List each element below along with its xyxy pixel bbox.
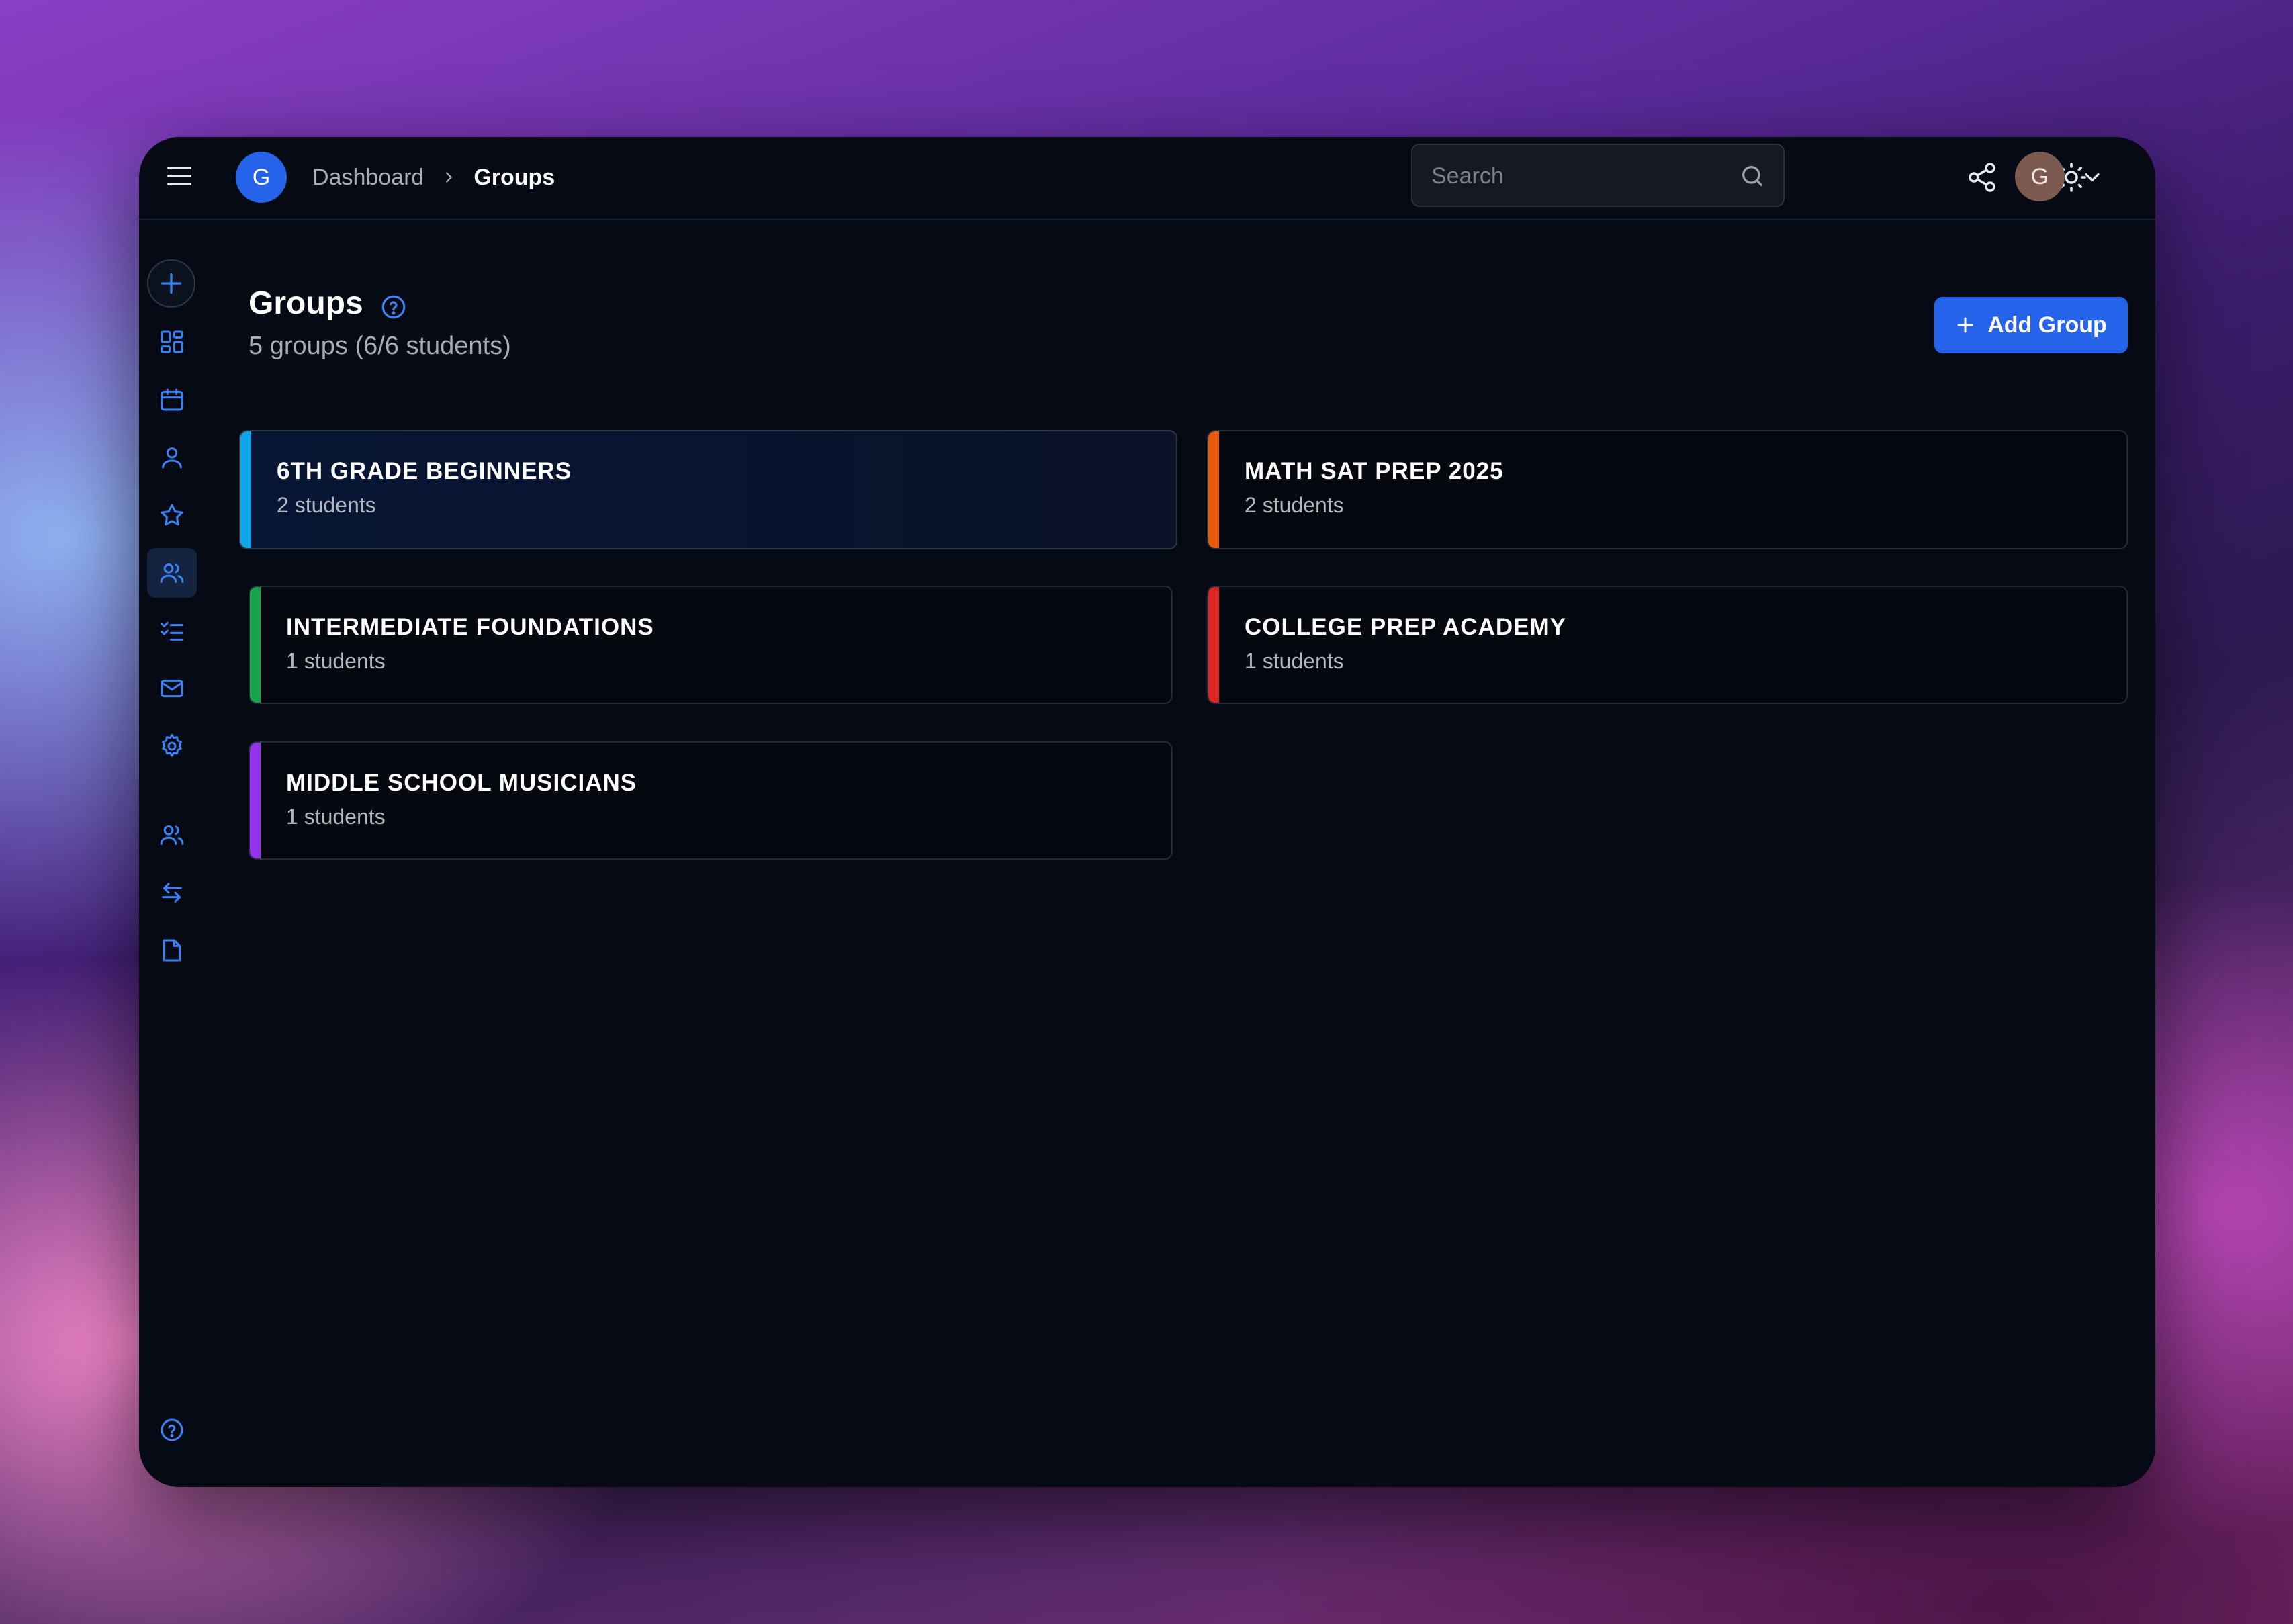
help-icon[interactable] xyxy=(379,293,408,321)
users-icon xyxy=(160,563,184,583)
group-color-bar xyxy=(250,743,261,858)
sidebar-item-settings[interactable] xyxy=(147,721,197,771)
group-student-count: 1 students xyxy=(286,805,386,829)
sidebar-item-students[interactable] xyxy=(147,433,197,482)
group-color-bar xyxy=(250,587,261,703)
user-avatar[interactable]: G xyxy=(2015,152,2065,201)
group-name: MATH SAT PREP 2025 xyxy=(1245,458,1504,484)
sidebar-item-calendar[interactable] xyxy=(147,375,197,424)
swap-icon xyxy=(162,883,182,903)
group-name: COLLEGE PREP ACADEMY xyxy=(1245,614,1566,640)
group-card[interactable]: MIDDLE SCHOOL MUSICIANS 1 students xyxy=(249,741,1173,860)
group-card[interactable]: COLLEGE PREP ACADEMY 1 students xyxy=(1207,586,2128,704)
add-group-label: Add Group xyxy=(1987,312,2107,338)
sidebar-item-help[interactable] xyxy=(147,1405,197,1455)
group-card[interactable]: MATH SAT PREP 2025 2 students xyxy=(1207,430,2128,549)
menu-icon[interactable] xyxy=(167,164,193,188)
plus-icon xyxy=(161,273,181,294)
checklist-icon xyxy=(161,621,183,641)
mail-icon xyxy=(161,679,183,698)
grid-icon xyxy=(161,330,183,353)
share-button[interactable] xyxy=(1966,161,1998,193)
page-title: Groups xyxy=(249,285,363,321)
org-avatar[interactable]: G xyxy=(236,152,287,203)
star-icon xyxy=(161,504,183,526)
group-color-bar xyxy=(1208,587,1219,703)
search-input[interactable] xyxy=(1412,145,1742,207)
group-color-bar xyxy=(240,431,251,548)
sidebar-item-favorites[interactable] xyxy=(147,490,197,540)
file-icon xyxy=(163,939,181,962)
gear-icon xyxy=(162,733,182,757)
group-name: MIDDLE SCHOOL MUSICIANS xyxy=(286,770,637,796)
chevron-right-icon xyxy=(441,170,456,185)
chevron-down-icon[interactable] xyxy=(2080,165,2104,189)
search-box xyxy=(1411,144,1785,207)
sidebar-item-team[interactable] xyxy=(147,810,197,860)
group-name: INTERMEDIATE FOUNDATIONS xyxy=(286,614,654,640)
app-window: G Dashboard Groups G xyxy=(139,137,2155,1487)
group-student-count: 2 students xyxy=(1245,493,1344,517)
help-icon xyxy=(161,1418,183,1441)
breadcrumb: Dashboard Groups xyxy=(312,160,555,195)
plus-icon xyxy=(1957,317,1973,333)
create-button[interactable] xyxy=(147,259,195,308)
group-card[interactable]: INTERMEDIATE FOUNDATIONS 1 students xyxy=(249,586,1173,704)
group-student-count: 1 students xyxy=(286,649,386,673)
group-card[interactable]: 6TH GRADE BEGINNERS 2 students xyxy=(239,430,1177,549)
group-name: 6TH GRADE BEGINNERS xyxy=(277,458,572,484)
sidebar-item-transfers[interactable] xyxy=(147,868,197,917)
search-icon[interactable] xyxy=(1739,163,1766,189)
group-color-bar xyxy=(1208,431,1219,548)
calendar-icon xyxy=(161,388,183,411)
sidebar-item-documents[interactable] xyxy=(147,926,197,975)
sidebar-item-messages[interactable] xyxy=(147,664,197,713)
sidebar-item-tasks[interactable] xyxy=(147,606,197,656)
page-subtitle: 5 groups (6/6 students) xyxy=(249,332,511,360)
sidebar-item-groups[interactable] xyxy=(147,548,197,598)
breadcrumb-dashboard[interactable]: Dashboard xyxy=(312,165,424,191)
group-student-count: 2 students xyxy=(277,493,376,517)
user-icon xyxy=(162,447,182,469)
sidebar xyxy=(139,219,206,1487)
sidebar-item-dashboard[interactable] xyxy=(147,317,197,367)
users-icon xyxy=(160,825,184,845)
add-group-button[interactable]: Add Group xyxy=(1934,297,2128,353)
group-student-count: 1 students xyxy=(1245,649,1344,673)
breadcrumb-current: Groups xyxy=(474,164,555,190)
top-bar: G Dashboard Groups G xyxy=(139,137,2155,220)
